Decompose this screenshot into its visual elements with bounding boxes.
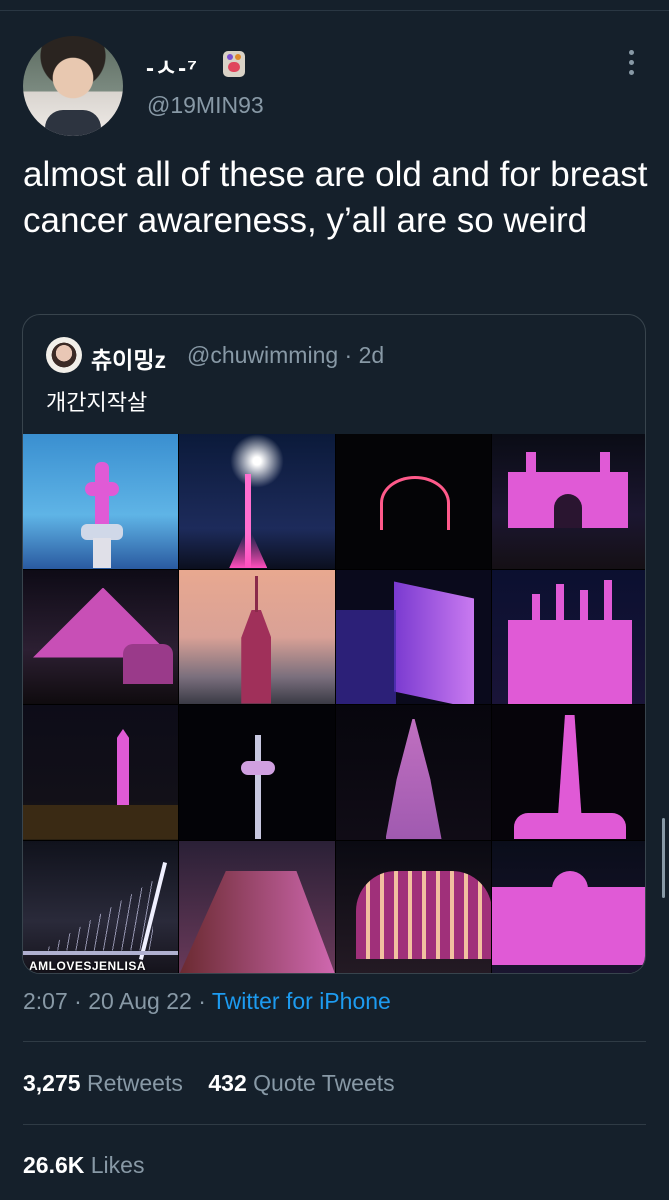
tweet-timestamp: 2:07 · 20 Aug 22 · Twitter for iPhone	[23, 988, 391, 1015]
timestamp-text: 2:07 · 20 Aug 22 ·	[23, 988, 212, 1014]
media-image-ferris-wheel	[335, 434, 491, 569]
tweet-source-link[interactable]: Twitter for iPhone	[212, 988, 391, 1014]
retweets-label: Retweets	[86, 1070, 183, 1096]
stats-divider-middle	[23, 1124, 646, 1125]
retweets-stat[interactable]: 3,275 Retweets	[23, 1070, 183, 1096]
tweet-text: almost all of these are old and for brea…	[23, 155, 648, 240]
scrollbar[interactable]	[662, 818, 665, 898]
emoji-badge-icon	[223, 51, 245, 77]
quote-tweets-stat[interactable]: 432 Quote Tweets	[208, 1070, 394, 1096]
media-image-cathedral	[491, 569, 645, 704]
media-image-glass-building	[335, 569, 491, 704]
media-image-skyscraper	[335, 705, 491, 840]
retweets-count: 3,275	[23, 1070, 81, 1096]
media-image-colosseum	[335, 840, 491, 973]
quoted-media-grid[interactable]: AMLOVESJENLISA	[23, 434, 645, 973]
media-image-pyramid	[23, 569, 179, 704]
media-image-bridge: AMLOVESJENLISA	[23, 840, 179, 973]
media-image-eiffel	[179, 434, 335, 569]
quoted-tweet-text: 개간지작살	[46, 390, 148, 415]
retweet-quote-stats: 3,275 Retweets 432 Quote Tweets	[23, 1070, 395, 1097]
media-image-needle-tower	[179, 705, 335, 840]
quote-tweets-count: 432	[208, 1070, 247, 1096]
more-options-icon[interactable]	[624, 50, 638, 80]
author-handle[interactable]: @19MIN93	[147, 92, 264, 119]
media-image-pink-tower	[491, 705, 645, 840]
media-image-obelisk	[23, 705, 179, 840]
media-image-empire-state	[179, 569, 335, 704]
quote-tweets-label: Quote Tweets	[253, 1070, 395, 1096]
author-display-name[interactable]: -ㅅ-⁷	[146, 48, 198, 83]
quoted-tweet-card[interactable]: 츄이밍z @chuwimming · 2d 개간지작살 AMLOVESJENLI…	[22, 314, 646, 974]
media-image-tower	[23, 434, 179, 569]
quoted-author-handle: @chuwimming · 2d	[187, 342, 385, 368]
likes-stat[interactable]: 26.6K Likes	[23, 1152, 144, 1179]
quoted-author-avatar	[46, 337, 82, 373]
author-avatar[interactable]	[23, 36, 123, 136]
quoted-media-watermark: AMLOVESJENLISA	[29, 959, 147, 973]
quoted-author-name: 츄이밍z	[91, 347, 166, 373]
top-divider	[0, 10, 669, 11]
media-image-pink-palace	[491, 840, 645, 973]
likes-label: Likes	[90, 1152, 145, 1178]
media-image-step-pyramid	[179, 840, 335, 973]
media-image-gateway	[491, 434, 645, 569]
likes-count: 26.6K	[23, 1152, 85, 1178]
stats-divider-top	[23, 1041, 646, 1042]
tweet-detail-page: -ㅅ-⁷ @19MIN93 almost all of these are ol…	[0, 0, 669, 1200]
